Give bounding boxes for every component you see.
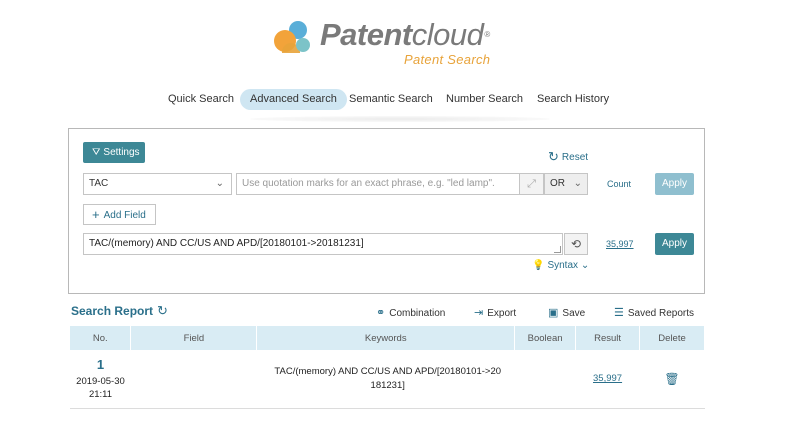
keywords-line-2: 181231] (370, 379, 405, 391)
table-row: 1 2019-05-30 21:11 TAC/(memory) AND CC/U… (70, 350, 705, 409)
column-header-keywords: Keywords (256, 326, 516, 350)
settings-button[interactable]: ⛛ Settings (83, 142, 145, 163)
search-report-title: Search Report ↻ (71, 303, 168, 319)
column-header-delete: Delete (639, 326, 705, 350)
operator-select-value: OR (550, 178, 565, 189)
combination-button[interactable]: ⚭ Combination (376, 306, 445, 319)
saved-reports-button[interactable]: ☰ Saved Reports (614, 306, 694, 319)
resize-handle-icon[interactable] (554, 246, 561, 253)
count-link[interactable]: Count (607, 179, 631, 189)
brand-subtitle: Patent Search (404, 52, 491, 67)
save-button[interactable]: ▣ Save (548, 306, 585, 319)
column-header-no: No. (70, 326, 132, 350)
lightbulb-icon: 💡 (532, 260, 545, 271)
syntax-toggle[interactable]: 💡 Syntax ⌄ (532, 260, 589, 271)
row-result-link[interactable]: 35,997 (593, 373, 622, 384)
chevron-down-icon: ⌄ (215, 178, 224, 189)
add-field-label: Add Field (103, 210, 146, 221)
column-header-field: Field (130, 326, 258, 350)
reset-label: Reset (561, 152, 589, 163)
advanced-search-panel: ⛛ Settings ↻ Reset TAC ⌄ Use quotation mar… (68, 128, 705, 294)
apply-button-disabled[interactable]: Apply (655, 173, 694, 195)
settings-label: Settings (103, 147, 140, 158)
cell-delete: 🗑 (639, 350, 705, 409)
column-header-boolean: Boolean (514, 326, 577, 350)
operator-select[interactable]: OR ⌄ (544, 173, 588, 195)
row-time: 21:11 (88, 388, 113, 400)
search-mode-tabs: Quick Search Advanced Search Semantic Se… (0, 89, 800, 111)
keyword-input[interactable]: Use quotation marks for an exact phrase,… (236, 173, 520, 195)
apply-button[interactable]: Apply (655, 233, 694, 255)
tab-quick-search[interactable]: Quick Search (158, 89, 244, 110)
save-icon: ▣ (548, 307, 559, 319)
reset-button[interactable]: ↻ Reset (548, 149, 588, 165)
saved-reports-label: Saved Reports (627, 308, 695, 319)
refresh-icon[interactable]: ↻ (157, 303, 168, 318)
query-value: TAC/(memory) AND CC/US AND APD/[20180101… (89, 238, 364, 249)
row-number: 1 (96, 356, 105, 372)
brand-name: Patentcloud® (320, 17, 490, 52)
result-count-link[interactable]: 35,997 (606, 239, 634, 249)
chevron-down-icon: ⌄ (573, 178, 582, 189)
field-select-value: TAC (89, 178, 109, 189)
cell-no: 1 2019-05-30 21:11 (70, 350, 131, 409)
combination-icon: ⚭ (376, 307, 386, 319)
field-select[interactable]: TAC ⌄ (83, 173, 232, 195)
cell-keywords: TAC/(memory) AND CC/US AND APD/[20180101… (256, 350, 515, 409)
row-date: 2019-05-30 (76, 375, 125, 387)
export-icon: ⇥ (474, 307, 484, 319)
column-header-result: Result (575, 326, 641, 350)
expand-icon[interactable]: ⤢ (520, 173, 544, 195)
query-textarea[interactable]: TAC/(memory) AND CC/US AND APD/[20180101… (83, 233, 563, 255)
chevron-down-icon: ⌄ (580, 260, 590, 271)
save-label: Save (562, 308, 586, 319)
history-icon[interactable]: ⟲ (564, 233, 588, 255)
export-label: Export (487, 308, 517, 319)
table-header-row: No. Field Keywords Boolean Result Delete (70, 326, 705, 350)
search-report-label: Search Report (71, 304, 154, 318)
trash-icon[interactable]: 🗑 (664, 372, 679, 386)
filter-icon: ⛛ (92, 147, 101, 158)
combination-label: Combination (389, 308, 446, 319)
cell-boolean (514, 350, 576, 409)
syntax-label: Syntax (547, 260, 579, 271)
cell-result: 35,997 (575, 350, 640, 409)
patentcloud-logo-icon (274, 21, 310, 53)
brand-logo: Patentcloud® Patent Search (268, 14, 528, 70)
cell-field (130, 350, 257, 409)
list-icon: ☰ (614, 307, 624, 319)
tab-number-search[interactable]: Number Search (436, 89, 533, 110)
tab-advanced-search[interactable]: Advanced Search (240, 89, 347, 110)
tab-semantic-search[interactable]: Semantic Search (339, 89, 443, 110)
plus-icon: + (92, 207, 100, 222)
keywords-line-1: TAC/(memory) AND CC/US AND APD/[20180101… (274, 365, 502, 377)
tab-search-history[interactable]: Search History (527, 89, 619, 110)
refresh-icon: ↻ (548, 149, 559, 164)
search-report-table: No. Field Keywords Boolean Result Delete… (70, 326, 705, 409)
export-button[interactable]: ⇥ Export (474, 306, 516, 319)
add-field-button[interactable]: + Add Field (83, 204, 156, 225)
tabs-shadow (250, 116, 550, 122)
